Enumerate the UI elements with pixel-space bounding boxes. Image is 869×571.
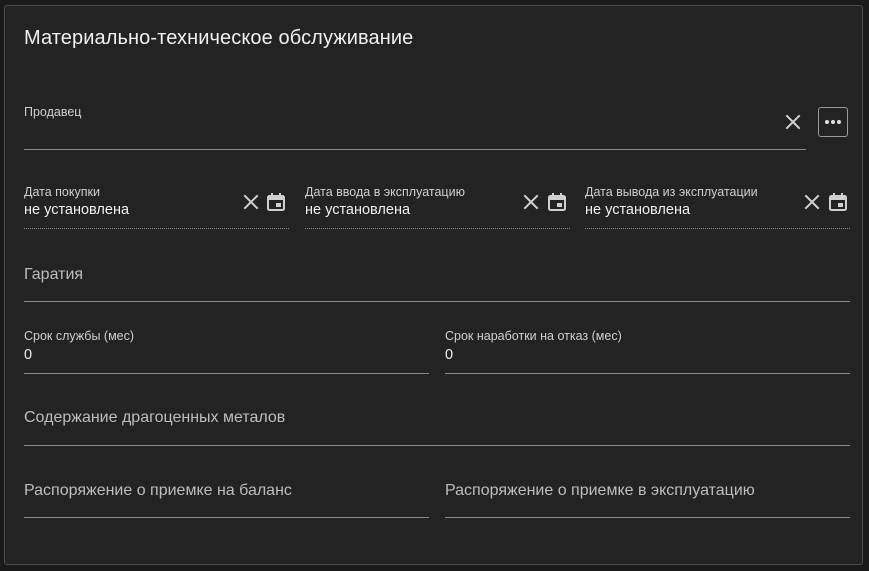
service-life-field[interactable]: Срок службы (мес) 0 [24,329,429,375]
decommission-date-calendar-icon[interactable] [827,191,849,213]
vendor-more-button[interactable] [818,107,848,137]
mtbf-field[interactable]: Срок наработки на отказ (мес) 0 [445,329,850,375]
commission-date-underline [305,228,570,229]
decommission-date-value[interactable]: не установлена [585,202,690,218]
vendor-clear-icon[interactable] [782,111,804,133]
balance-order-underline [24,517,429,518]
purchase-date-underline [24,228,289,229]
operation-order-underline [445,517,850,518]
purchase-date-clear-icon[interactable] [240,191,262,213]
commission-date-label: Дата ввода в эксплуатацию [305,185,465,199]
purchase-date-value[interactable]: не установлена [24,202,129,218]
decommission-date-label: Дата вывода из эксплуатации [585,185,758,199]
more-horizontal-icon [825,120,841,124]
mtbf-underline [445,373,850,374]
service-life-value[interactable]: 0 [24,347,32,363]
warranty-underline [24,301,850,302]
commission-date-calendar-icon[interactable] [546,191,568,213]
purchase-date-field[interactable]: Дата покупки не установлена [24,185,289,231]
decommission-date-clear-icon[interactable] [801,191,823,213]
commission-date-field[interactable]: Дата ввода в эксплуатацию не установлена [305,185,570,231]
maintenance-card: Материально-техническое обслуживание Про… [4,5,863,565]
commission-date-value[interactable]: не установлена [305,202,410,218]
balance-order-placeholder: Распоряжение о приемке на баланс [24,482,292,499]
purchase-date-calendar-icon[interactable] [265,191,287,213]
mtbf-label: Срок наработки на отказ (мес) [445,329,622,343]
precious-metals-underline [24,445,850,446]
decommission-date-underline [585,228,850,229]
precious-metals-field[interactable]: Содержание драгоценных металов [24,407,850,446]
warranty-field[interactable]: Гаратия [24,264,850,302]
operation-order-placeholder: Распоряжение о приемке в эксплуатацию [445,482,755,499]
operation-order-field[interactable]: Распоряжение о приемке в эксплуатацию [445,480,850,518]
commission-date-clear-icon[interactable] [520,191,542,213]
card-title: Материально-техническое обслуживание [24,27,414,49]
precious-metals-placeholder: Содержание драгоценных металов [24,409,286,426]
service-life-underline [24,373,429,374]
vendor-field[interactable]: Продавец [24,105,806,151]
warranty-placeholder: Гаратия [24,266,84,283]
balance-order-field[interactable]: Распоряжение о приемке на баланс [24,480,429,518]
service-life-label: Срок службы (мес) [24,329,135,343]
decommission-date-field[interactable]: Дата вывода из эксплуатации не установле… [585,185,850,231]
purchase-date-label: Дата покупки [24,185,100,199]
vendor-underline [24,149,806,150]
mtbf-value[interactable]: 0 [445,347,453,363]
vendor-label: Продавец [24,105,82,119]
